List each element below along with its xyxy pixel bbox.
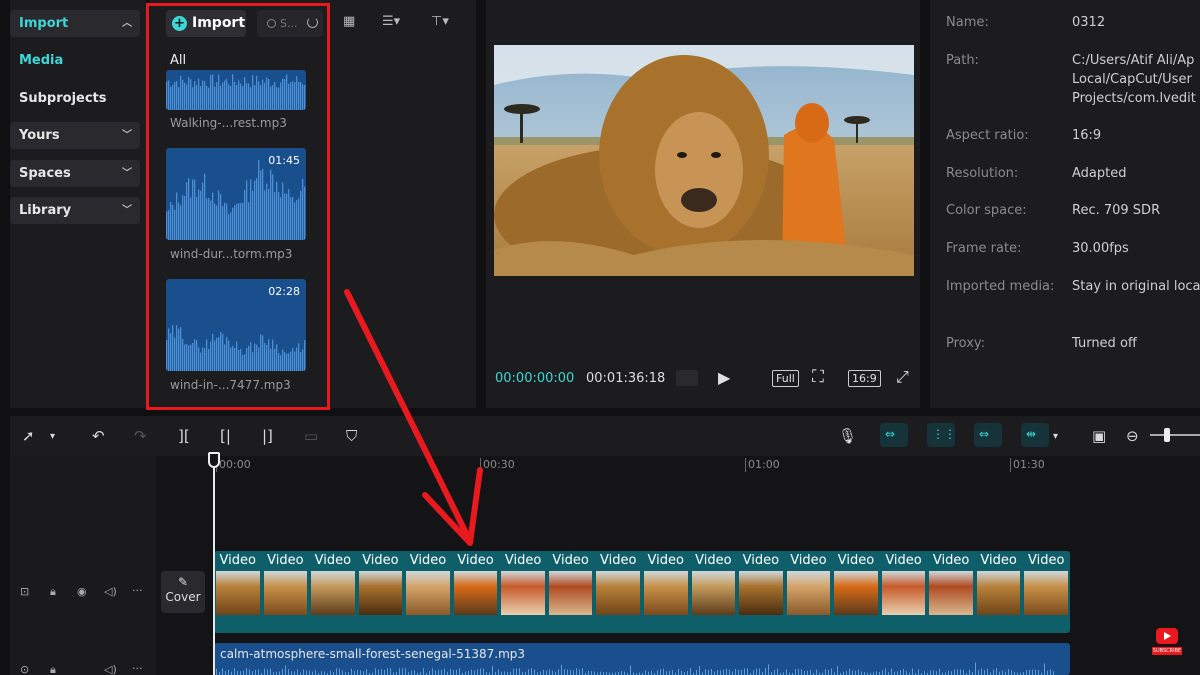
youtube-icon [1156,628,1178,644]
subscribe-watermark: SUBSCRIBE [1152,628,1182,656]
annotation-arrow [344,289,483,546]
subscribe-label: SUBSCRIBE [1152,647,1182,655]
